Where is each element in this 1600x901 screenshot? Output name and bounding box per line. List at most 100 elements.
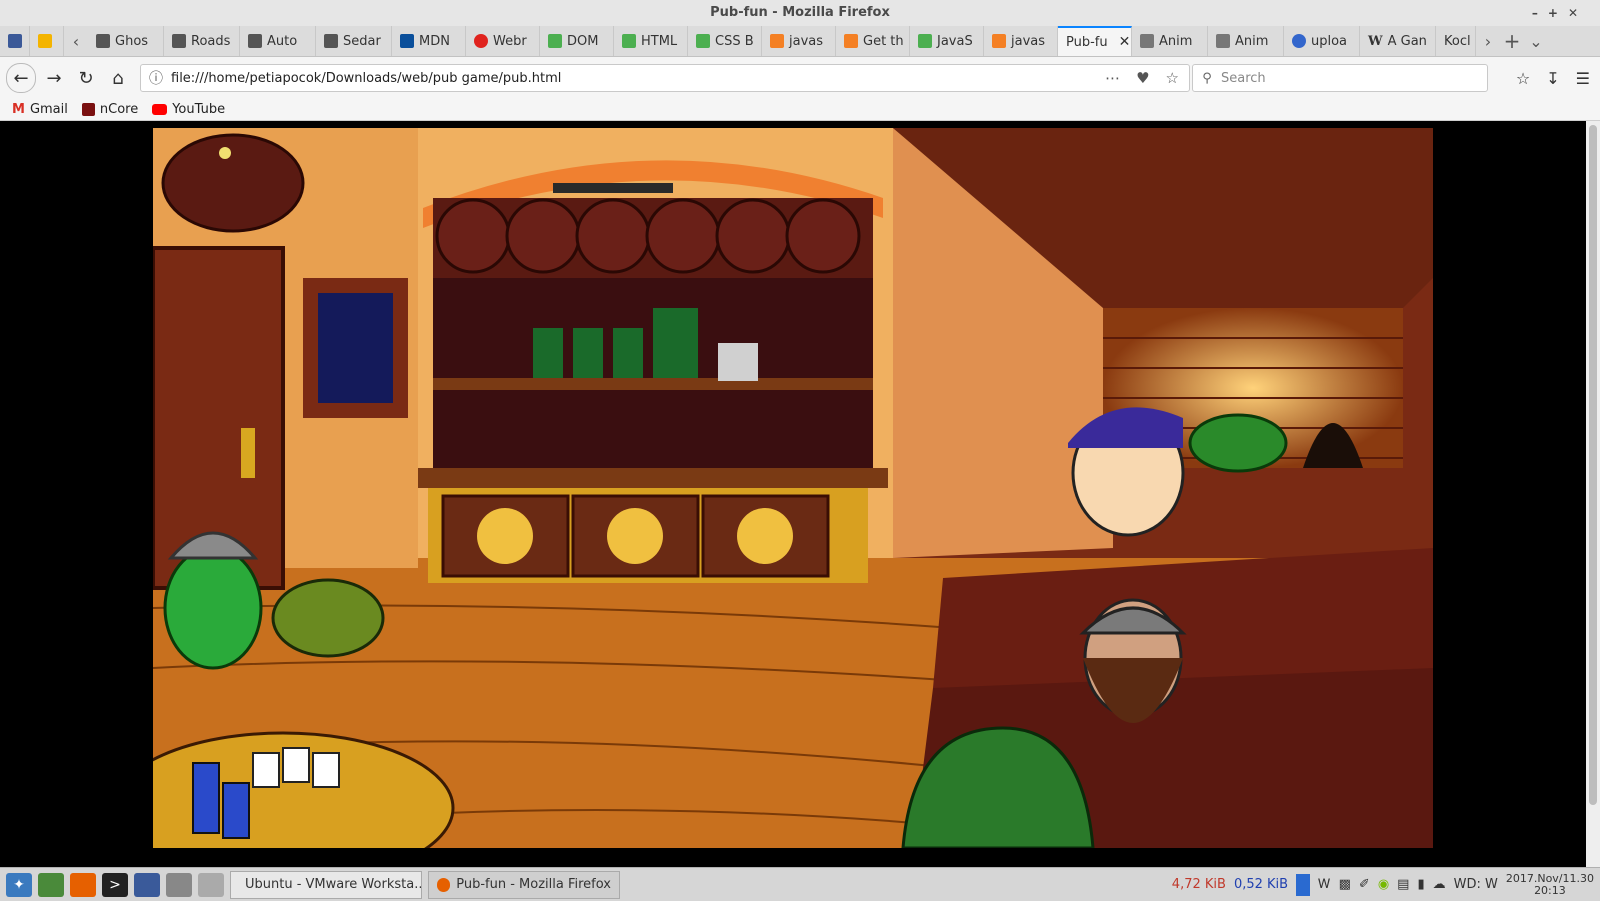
terminal-icon[interactable]: >	[102, 872, 128, 897]
search-input[interactable]: ⚲ Search	[1192, 64, 1488, 92]
tab-auto[interactable]: Auto	[240, 26, 316, 56]
file-manager-icon[interactable]	[198, 872, 224, 897]
tab-mdn[interactable]: MDN	[392, 26, 466, 56]
tab-label: Kocl	[1444, 33, 1471, 49]
tab-label: Ghos	[115, 33, 149, 49]
scrollbar-thumb[interactable]	[1589, 125, 1597, 805]
tab-roads[interactable]: Roads	[164, 26, 240, 56]
pocket-icon[interactable]: ♥	[1136, 69, 1149, 87]
update-icon[interactable]: ▩	[1339, 877, 1351, 892]
task-firefox[interactable]: Pub-fun - Mozilla Firefox	[428, 870, 620, 899]
tab-a-gan[interactable]: WA Gan	[1360, 26, 1436, 56]
tab-sedar[interactable]: Sedar	[316, 26, 392, 56]
tab-anim-2[interactable]: Anim	[1208, 26, 1284, 56]
tab-label: Roads	[191, 33, 231, 49]
frog	[1188, 413, 1288, 473]
battery-icon[interactable]: ▮	[1417, 877, 1424, 892]
bookmark-gmail[interactable]: M Gmail	[12, 102, 68, 117]
tab-dom[interactable]: DOM	[540, 26, 614, 56]
tab-facebook[interactable]	[0, 26, 30, 56]
tab-label: MDN	[419, 33, 450, 49]
page-icon	[172, 34, 186, 48]
clock-date: 2017.Nov/11.30	[1505, 871, 1594, 885]
tabs-scroll-left-icon[interactable]: ‹	[64, 32, 88, 51]
door-handle	[241, 428, 255, 478]
page-scrollbar[interactable]	[1586, 121, 1600, 867]
url-text[interactable]: file:///home/petiapocok/Downloads/web/pu…	[171, 71, 1105, 86]
keep-icon	[38, 34, 52, 48]
menu-icon[interactable]: ☰	[1576, 69, 1590, 88]
tab-label: Get th	[863, 33, 904, 49]
net-upload: 0,52 KiB	[1233, 877, 1289, 892]
site-info-icon[interactable]: ⓘ	[141, 68, 171, 88]
home-icon[interactable]: ⌂	[104, 64, 132, 92]
page-actions-icon[interactable]: ⋯	[1105, 69, 1120, 87]
url-bar[interactable]: ⓘ file:///home/petiapocok/Downloads/web/…	[140, 64, 1190, 92]
close-window-icon[interactable]: ✕	[1568, 0, 1578, 26]
youtube-icon	[152, 104, 168, 115]
tab-label: Webr	[493, 33, 527, 49]
minimize-icon[interactable]: –	[1532, 0, 1538, 26]
weather-icon[interactable]: ☁	[1433, 877, 1446, 892]
bluetooth-icon[interactable]: Ꮃ	[1318, 877, 1331, 892]
tab-ghos[interactable]: Ghos	[88, 26, 164, 56]
tab-anim-1[interactable]: Anim	[1132, 26, 1208, 56]
network-icon[interactable]: ▤	[1397, 877, 1409, 892]
tab-html[interactable]: HTML	[614, 26, 688, 56]
opera-icon	[474, 34, 488, 48]
page-icon	[324, 34, 338, 48]
start-menu-icon[interactable]: ✦	[6, 872, 32, 897]
stackoverflow-icon	[992, 34, 1006, 48]
bookmark-star-icon[interactable]: ☆	[1166, 69, 1179, 87]
tab-label: Anim	[1235, 33, 1269, 49]
clock[interactable]: 2017.Nov/11.30 20:13	[1505, 871, 1594, 897]
list-all-tabs-icon[interactable]: ⌄	[1524, 32, 1548, 51]
tools-icon[interactable]	[166, 872, 192, 897]
tab-label: uploa	[1311, 33, 1348, 49]
brush-icon[interactable]: ✐	[1359, 877, 1370, 892]
screenshot-icon[interactable]	[134, 872, 160, 897]
tab-label: CSS B	[715, 33, 754, 49]
firefox-launcher-icon[interactable]	[70, 872, 96, 897]
downloads-icon[interactable]: ↧	[1546, 69, 1559, 88]
tab-uploa[interactable]: uploa	[1284, 26, 1360, 56]
task-vmware[interactable]: Ubuntu - VMware Worksta...	[230, 870, 422, 899]
tab-label: HTML	[641, 33, 678, 49]
bookmark-youtube[interactable]: YouTube	[152, 102, 225, 117]
tab-kocl[interactable]: Kocl	[1436, 26, 1476, 56]
tab-javas-1[interactable]: javas	[762, 26, 836, 56]
back-icon[interactable]: ←	[6, 63, 36, 93]
anime-icon	[1216, 34, 1230, 48]
tab-label: javas	[789, 33, 824, 49]
panel-medallions	[477, 508, 793, 564]
net-download: 4,72 KiB	[1171, 877, 1226, 892]
tab-webr[interactable]: Webr	[466, 26, 540, 56]
tabs-scroll-right-icon[interactable]: ›	[1476, 32, 1500, 51]
tab-label: Pub-fu	[1066, 34, 1108, 50]
tab-get-th[interactable]: Get th	[836, 26, 910, 56]
bookmark-ncore[interactable]: nCore	[81, 102, 138, 117]
page-icon	[248, 34, 262, 48]
pub-game-scene[interactable]	[153, 128, 1433, 848]
reload-icon[interactable]: ↻	[72, 64, 100, 92]
task-label: Ubuntu - VMware Worksta...	[245, 877, 422, 892]
snake-head	[271, 578, 385, 658]
nvidia-icon[interactable]: ◉	[1378, 877, 1389, 892]
gmail-icon: M	[12, 102, 25, 117]
tab-javas-3[interactable]: javas	[984, 26, 1058, 56]
mdn-icon	[400, 34, 414, 48]
playing-cards	[252, 747, 340, 788]
desktop-icon[interactable]	[38, 872, 64, 897]
new-tab-icon[interactable]: +	[1500, 29, 1524, 53]
page-icon	[96, 34, 110, 48]
tab-javas-2[interactable]: JavaS	[910, 26, 984, 56]
tab-css[interactable]: CSS B	[688, 26, 762, 56]
keyboard-layout[interactable]: WD: W	[1454, 877, 1498, 892]
wikipedia-icon: W	[1368, 33, 1383, 49]
forward-icon[interactable]: →	[40, 64, 68, 92]
tab-keep[interactable]	[30, 26, 64, 56]
tab-pub-fun[interactable]: Pub-fu ✕	[1058, 26, 1132, 56]
library-icon[interactable]: ☆	[1516, 69, 1530, 88]
maximize-icon[interactable]: +	[1548, 0, 1558, 26]
close-tab-icon[interactable]: ✕	[1119, 34, 1131, 50]
